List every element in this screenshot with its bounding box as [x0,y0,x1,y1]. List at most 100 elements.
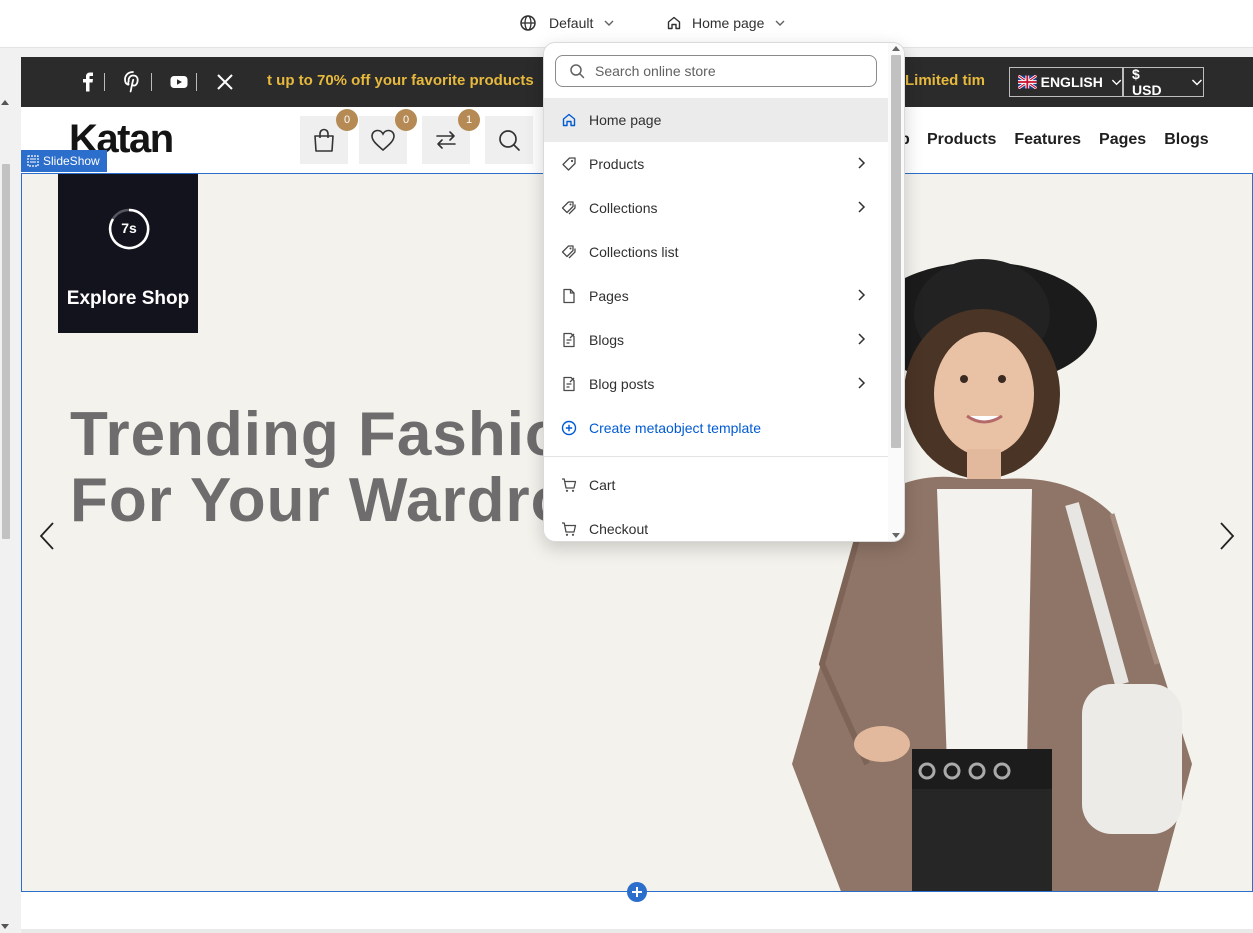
shopping-bag-icon [314,128,334,152]
menu-item-cart[interactable]: Cart [544,463,889,507]
slideshow-icon [27,155,39,167]
slide-next-arrow[interactable] [1215,519,1239,553]
menu-item-products[interactable]: Products [544,142,889,186]
slide-prev-arrow[interactable] [35,519,59,553]
youtube-icon[interactable] [167,70,191,94]
dropdown-scrollbar[interactable] [888,43,904,541]
cart-button[interactable]: 0 [300,109,358,164]
divider [151,73,152,91]
search-input[interactable] [595,63,855,79]
chevron-right-icon [858,201,866,213]
nav-item-products[interactable]: Products [927,131,996,149]
chevron-right-icon [858,289,866,301]
cart-count-badge: 0 [336,109,358,131]
wishlist-button[interactable]: 0 [359,109,417,164]
chevron-down-icon [775,20,785,26]
page-icon [563,288,575,304]
headline-line-2: For Your Wardrob [70,466,609,535]
chevron-down-icon [604,20,614,26]
divider [104,73,105,91]
menu-item-pages[interactable]: Pages [544,274,889,318]
home-icon [562,113,576,127]
left-scrollbar[interactable] [0,49,12,933]
uk-flag-icon [1018,75,1037,89]
headline-line-1: Trending Fashion [70,400,603,469]
chevron-down-icon [1111,79,1122,86]
language-label: ENGLISH [1040,74,1103,90]
explore-shop-label: Explore Shop [66,288,190,309]
scroll-up-arrow[interactable] [1,100,9,105]
scroll-down-arrow[interactable] [892,533,900,538]
search-button[interactable] [485,116,533,164]
tag-icon [562,157,576,171]
facebook-icon[interactable] [76,70,100,94]
cart-icon [562,478,577,492]
editor-top-bar: Default Home page [0,0,1253,48]
menu-item-collections-list[interactable]: Collections list [544,230,889,274]
nav-item-features[interactable]: Features [1014,131,1081,149]
menu-item-label: Home page [589,112,662,128]
menu-item-home-page[interactable]: Home page [544,98,889,142]
menu-item-label: Create metaobject template [589,420,761,436]
menu-item-label: Checkout [589,521,649,537]
blog-icon [563,376,575,392]
menu-item-label: Collections [589,200,658,216]
slide-timer: 7s [107,207,151,251]
currency-selector[interactable]: $ USD [1123,66,1204,98]
menu-item-collections[interactable]: Collections [544,186,889,230]
chevron-right-icon [858,157,866,169]
theme-selector[interactable]: Default [519,12,615,34]
menu-item-blog-posts[interactable]: Blog posts [544,362,889,406]
x-twitter-icon[interactable] [213,70,237,94]
compare-button[interactable]: 1 [422,109,480,164]
page-type-list: Home page Products Collections Collectio… [544,98,889,541]
menu-item-label: Collections list [589,244,679,260]
nav-item-pages[interactable]: Pages [1099,131,1146,149]
plus-circle-icon [561,420,577,436]
menu-item-label: Pages [589,288,629,304]
tags-icon [561,201,576,215]
tags-icon [561,245,576,259]
heart-icon [371,129,395,152]
menu-item-blogs[interactable]: Blogs [544,318,889,362]
currency-label: $ USD [1132,66,1162,98]
scrollbar-thumb[interactable] [2,164,10,539]
blog-icon [563,332,575,348]
timer-text: 7s [121,220,137,236]
slide-headline: Trending Fashion For Your Wardrob [70,402,608,534]
add-section-button[interactable] [627,882,647,902]
menu-item-create-metaobject-template[interactable]: Create metaobject template [544,406,889,450]
scroll-down-arrow[interactable] [1,924,9,929]
section-tag[interactable]: SlideShow [21,150,107,172]
preview-bottom-edge [21,929,1253,933]
search-icon [499,130,520,151]
globe-icon [520,15,536,31]
chevron-right-icon [1220,522,1235,550]
cart-icon [562,522,577,536]
plus-icon [632,887,642,897]
promo-text-2: Limited time [905,72,985,89]
page-selector-label: Home page [692,15,765,31]
chevron-right-icon [858,333,866,345]
page-selector-dropdown: Home page Products Collections Collectio… [543,42,905,542]
language-selector[interactable]: ENGLISH [1009,67,1123,97]
menu-item-checkout[interactable]: Checkout [544,507,889,541]
scrollbar-thumb[interactable] [891,55,901,448]
divider [196,73,197,91]
pinterest-icon[interactable] [121,70,145,94]
compare-arrows-icon [436,131,456,149]
page-selector[interactable]: Home page [666,12,786,34]
menu-item-label: Blogs [589,332,625,348]
menu-item-label: Blog posts [589,376,655,392]
menu-item-label: Products [589,156,645,172]
search-icon [570,64,585,79]
explore-shop-card[interactable]: 7s Explore Shop [58,174,198,333]
scroll-up-arrow[interactable] [892,46,900,51]
search-field[interactable] [555,55,877,87]
wishlist-count-badge: 0 [395,109,417,131]
menu-divider [544,456,889,457]
nav-item-blogs[interactable]: Blogs [1164,131,1208,149]
promo-text: t up to 70% off your favorite products [267,72,534,89]
section-tag-label: SlideShow [43,154,100,168]
main-navigation: Products Features Pages Blogs [927,131,1209,149]
